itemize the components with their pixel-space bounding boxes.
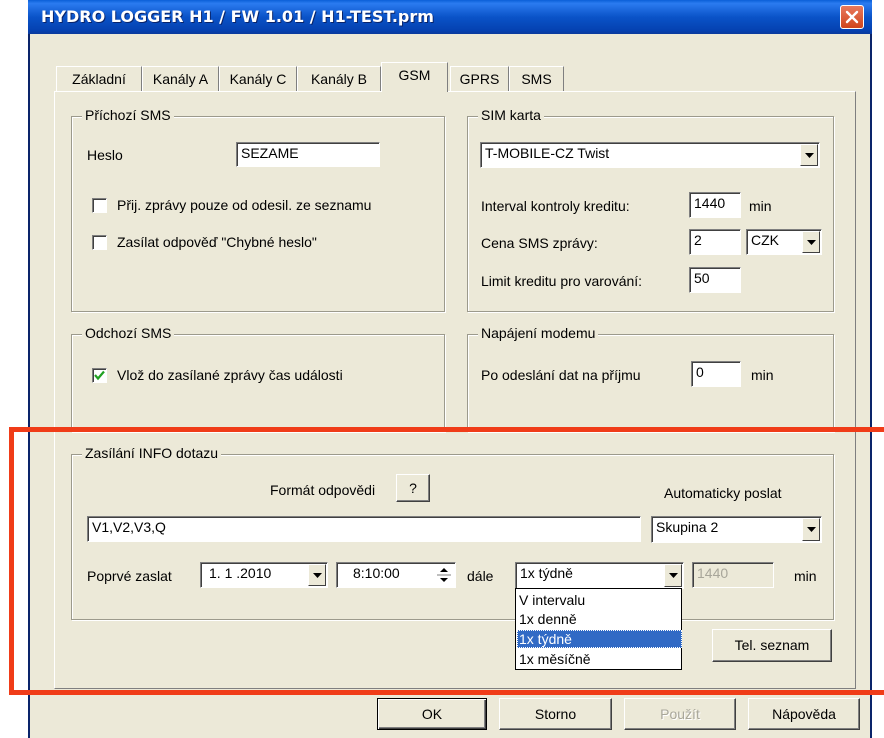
insert-time-label: Vlož do zasílané zprávy čas události	[117, 367, 343, 383]
window-title: HYDRO LOGGER H1 / FW 1.01 / H1-TEST.prm	[41, 7, 434, 26]
sms-price-label: Cena SMS zprávy:	[481, 235, 598, 251]
close-button[interactable]	[840, 5, 864, 29]
password-input[interactable]: SEZAME	[236, 142, 380, 167]
accept-only-checkbox[interactable]	[92, 198, 107, 213]
credit-interval-unit: min	[749, 198, 772, 214]
after-send-unit: min	[751, 367, 774, 383]
currency-dropdown-button[interactable]	[802, 231, 820, 253]
credit-interval-input[interactable]: 1440	[689, 192, 741, 218]
title-bar[interactable]: HYDRO LOGGER H1 / FW 1.01 / H1-TEST.prm	[28, 0, 872, 34]
insert-time-checkbox[interactable]	[92, 368, 107, 383]
tab-kanaly-c[interactable]: Kanály C	[219, 66, 297, 91]
tab-sms[interactable]: SMS	[509, 66, 564, 91]
password-label: Heslo	[87, 147, 123, 163]
tab-zakladni[interactable]: Základní	[56, 66, 142, 91]
accept-only-label: Přij. zprávy pouze od odesil. ze seznamu	[117, 197, 372, 213]
incoming-sms-legend: Příchozí SMS	[82, 107, 174, 123]
tab-gprs[interactable]: GPRS	[450, 66, 509, 91]
after-send-input[interactable]: 0	[691, 361, 741, 387]
apply-button: Použít	[624, 698, 736, 730]
sim-card-legend: SIM karta	[478, 107, 544, 123]
sms-price-input[interactable]: 2	[689, 229, 741, 255]
close-icon	[845, 10, 859, 24]
currency-select[interactable]: CZK	[746, 229, 822, 255]
checkmark-icon	[94, 370, 105, 381]
operator-select[interactable]: T-MOBILE-CZ Twist	[480, 142, 820, 168]
outgoing-sms-group: Odchozí SMS	[71, 325, 445, 432]
help-button[interactable]: Nápověda	[748, 698, 860, 730]
cancel-button[interactable]: Storno	[499, 698, 612, 730]
tab-kanaly-a[interactable]: Kanály A	[142, 66, 219, 91]
chevron-down-icon	[807, 240, 816, 245]
highlight-annotation-frame	[9, 427, 884, 695]
tab-gsm[interactable]: GSM	[381, 62, 448, 92]
operator-dropdown-button[interactable]	[800, 144, 818, 166]
currency-value: CZK	[751, 232, 779, 248]
outgoing-sms-legend: Odchozí SMS	[82, 325, 175, 341]
modem-power-legend: Napájení modemu	[478, 325, 599, 341]
chevron-down-icon	[805, 153, 814, 158]
send-wrong-password-label: Zasílat odpověď "Chybné heslo"	[117, 234, 317, 250]
send-wrong-password-checkbox[interactable]	[92, 235, 107, 250]
modem-power-group: Napájení modemu	[467, 325, 834, 432]
ok-button[interactable]: OK	[377, 698, 487, 730]
credit-limit-input[interactable]: 50	[689, 267, 741, 293]
credit-limit-label: Limit kreditu pro varování:	[481, 273, 643, 289]
operator-value: T-MOBILE-CZ Twist	[485, 145, 610, 161]
credit-interval-label: Interval kontroly kreditu:	[481, 198, 630, 214]
tab-kanaly-b[interactable]: Kanály B	[297, 66, 381, 91]
after-send-label: Po odeslání dat na příjmu	[481, 367, 641, 383]
